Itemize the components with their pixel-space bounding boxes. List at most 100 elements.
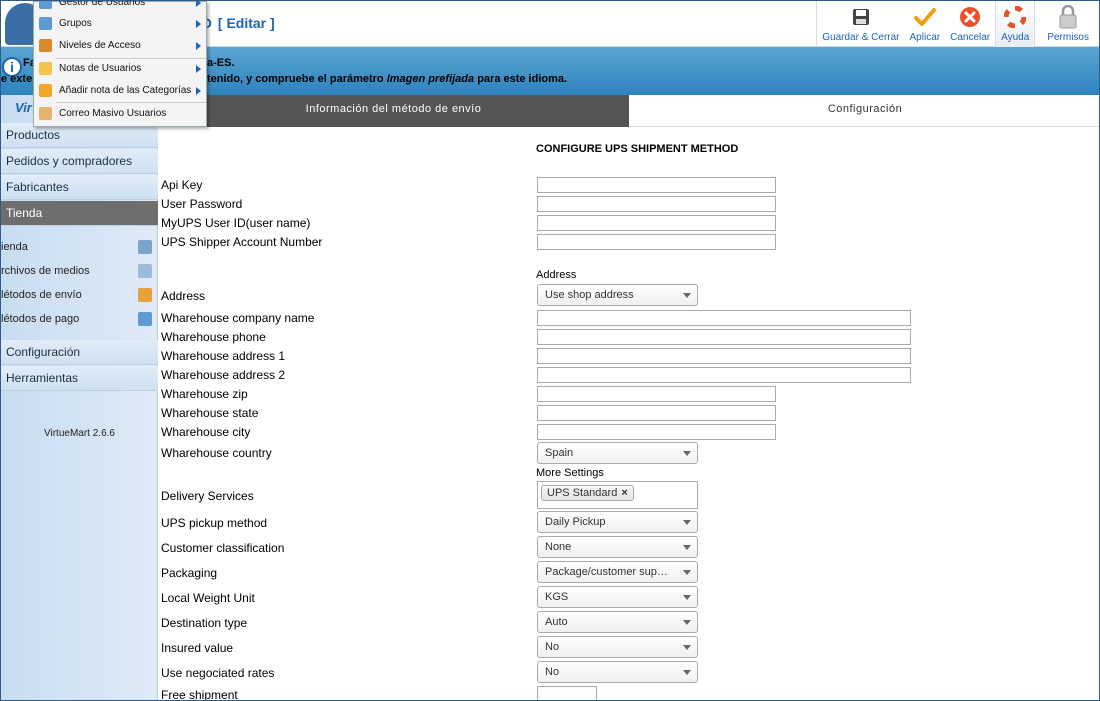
weight-unit-value: KGS [545, 591, 569, 603]
wh-state-input[interactable] [537, 405, 776, 421]
free-shipment-input[interactable] [537, 686, 597, 700]
save-close-button[interactable]: Guardar & Cerrar [817, 1, 904, 47]
sidebar-item-fabricantes[interactable]: Fabricantes [1, 175, 158, 200]
delivery-service-chip-label: UPS Standard [547, 487, 618, 499]
submenu-arrow-icon [196, 20, 201, 28]
section-title: CONFIGURE UPS SHIPMENT METHOD [536, 143, 739, 155]
submenu-arrow-icon [196, 87, 201, 95]
chevron-down-icon [683, 520, 691, 525]
sidebar-subitem-label: létodos de pago [1, 313, 80, 325]
message-line-2: tenido, y compruebe el parámetro Imagen … [207, 73, 567, 85]
sidebar-item-pedidos[interactable]: Pedidos y compradores [1, 149, 158, 174]
sidebar-subitem-label: rchivos de medios [1, 265, 90, 277]
remove-chip-icon[interactable]: × [621, 487, 627, 499]
menu-item-access-levels[interactable]: Niveles de Acceso [34, 35, 206, 57]
notes-icon [39, 62, 52, 75]
check-icon [913, 6, 936, 28]
label-free-shipment: Free shipment [161, 688, 238, 701]
wh-address1-input[interactable] [537, 348, 911, 364]
customer-class-select[interactable]: None [537, 536, 698, 558]
access-levels-icon [39, 39, 52, 52]
chevron-down-icon [683, 451, 691, 456]
wh-country-select[interactable]: Spain [537, 442, 698, 464]
sidebar-item-tienda[interactable]: Tienda [1, 201, 158, 226]
pickup-method-value: Daily Pickup [545, 516, 606, 528]
wh-city-input[interactable] [537, 424, 776, 440]
delivery-services-multiselect[interactable]: UPS Standard × [537, 481, 698, 509]
negotiated-rates-value: No [545, 666, 560, 678]
sidebar-subitem-pago[interactable]: létodos de pago [1, 307, 158, 331]
apply-label: Aplicar [909, 32, 941, 43]
save-icon [850, 6, 872, 28]
label-customer-class: Customer classification [161, 541, 285, 555]
toolbar-group-help: Ayuda [995, 1, 1035, 47]
api-key-input[interactable] [537, 177, 776, 193]
pickup-method-select[interactable]: Daily Pickup [537, 511, 698, 533]
label-wh-address2: Wharehouse address 2 [161, 368, 286, 382]
apply-button[interactable]: Aplicar [905, 1, 946, 47]
groups-icon [39, 17, 52, 30]
cancel-label: Cancelar [950, 32, 991, 43]
destination-type-select[interactable]: Auto [537, 611, 698, 633]
label-weight-unit: Local Weight Unit [161, 591, 255, 605]
tab-shipment-info[interactable]: Información del método de envío [158, 95, 629, 127]
submenu-arrow-icon [196, 65, 201, 73]
wh-company-input[interactable] [537, 310, 911, 326]
label-wh-zip: Wharehouse zip [161, 387, 248, 401]
packaging-select[interactable]: Package/customer sup… [537, 561, 698, 583]
wh-address2-input[interactable] [537, 367, 911, 383]
label-wh-phone: Wharehouse phone [161, 330, 266, 344]
sidebar: Vir Productos Pedidos y compradores Fabr… [1, 95, 158, 700]
truck-icon [138, 288, 152, 302]
message-line-2-suffix: para este idioma. [474, 73, 568, 85]
submenu-arrow-icon [196, 42, 201, 50]
address-select-value: Use shop address [545, 289, 634, 301]
tab-configuration[interactable]: Configuración [629, 95, 1099, 127]
label-api-key: Api Key [161, 178, 203, 192]
myups-user-id-input[interactable] [537, 215, 776, 231]
wh-country-value: Spain [545, 447, 574, 459]
media-icon [138, 264, 152, 278]
insured-value-select[interactable]: No [537, 636, 698, 658]
delivery-service-chip: UPS Standard × [541, 485, 634, 501]
menu-item-user-manager[interactable]: Gestor de Usuarios [34, 1, 206, 14]
weight-unit-select[interactable]: KGS [537, 586, 698, 608]
negotiated-rates-select[interactable]: No [537, 661, 698, 683]
label-insured-value: Insured value [161, 641, 234, 655]
sidebar-item-herramientas[interactable]: Herramientas [1, 366, 158, 391]
sidebar-subitem-media[interactable]: rchivos de medios [1, 259, 158, 283]
menu-item-mass-mail[interactable]: Correo Masivo Usuarios [34, 103, 206, 125]
sidebar-subitem-envio[interactable]: létodos de envío [1, 283, 158, 307]
label-wh-state: Wharehouse state [161, 406, 259, 420]
label-destination-type: Destination type [161, 616, 248, 630]
label-delivery-services: Delivery Services [161, 489, 254, 503]
user-password-input[interactable] [537, 196, 776, 212]
help-button[interactable]: Ayuda [996, 1, 1035, 47]
menu-item-add-category-note[interactable]: Añadir nota de las Categorías [34, 80, 206, 102]
cancel-icon [959, 6, 981, 28]
label-packaging: Packaging [161, 566, 218, 580]
wh-zip-input[interactable] [537, 386, 776, 402]
sidebar-subitem-tienda[interactable]: ienda [1, 235, 158, 259]
chevron-down-icon [683, 293, 691, 298]
label-pickup-method: UPS pickup method [161, 516, 268, 530]
mail-icon [39, 107, 52, 120]
address-select[interactable]: Use shop address [537, 284, 698, 306]
cancel-button[interactable]: Cancelar [945, 1, 995, 47]
menu-item-groups[interactable]: Grupos [34, 13, 206, 35]
sidebar-item-configuracion[interactable]: Configuración [1, 340, 158, 365]
sidebar-subitem-label: létodos de envío [1, 289, 82, 301]
toolbar-group-permissions: Permisos [1034, 1, 1099, 47]
payment-icon [138, 312, 152, 326]
users-icon [39, 1, 52, 9]
packaging-value: Package/customer sup… [545, 566, 668, 578]
permissions-button[interactable]: Permisos [1035, 1, 1099, 47]
menu-item-user-notes[interactable]: Notas de Usuarios [34, 58, 206, 80]
menu-item-label: Niveles de Acceso [59, 40, 141, 51]
menu-item-label: Añadir nota de las Categorías [59, 85, 192, 96]
label-wh-city: Wharehouse city [161, 425, 251, 439]
address-heading: Address [536, 269, 577, 281]
insured-value-value: No [545, 641, 560, 653]
wh-phone-input[interactable] [537, 329, 911, 345]
shipper-account-input[interactable] [537, 234, 776, 250]
